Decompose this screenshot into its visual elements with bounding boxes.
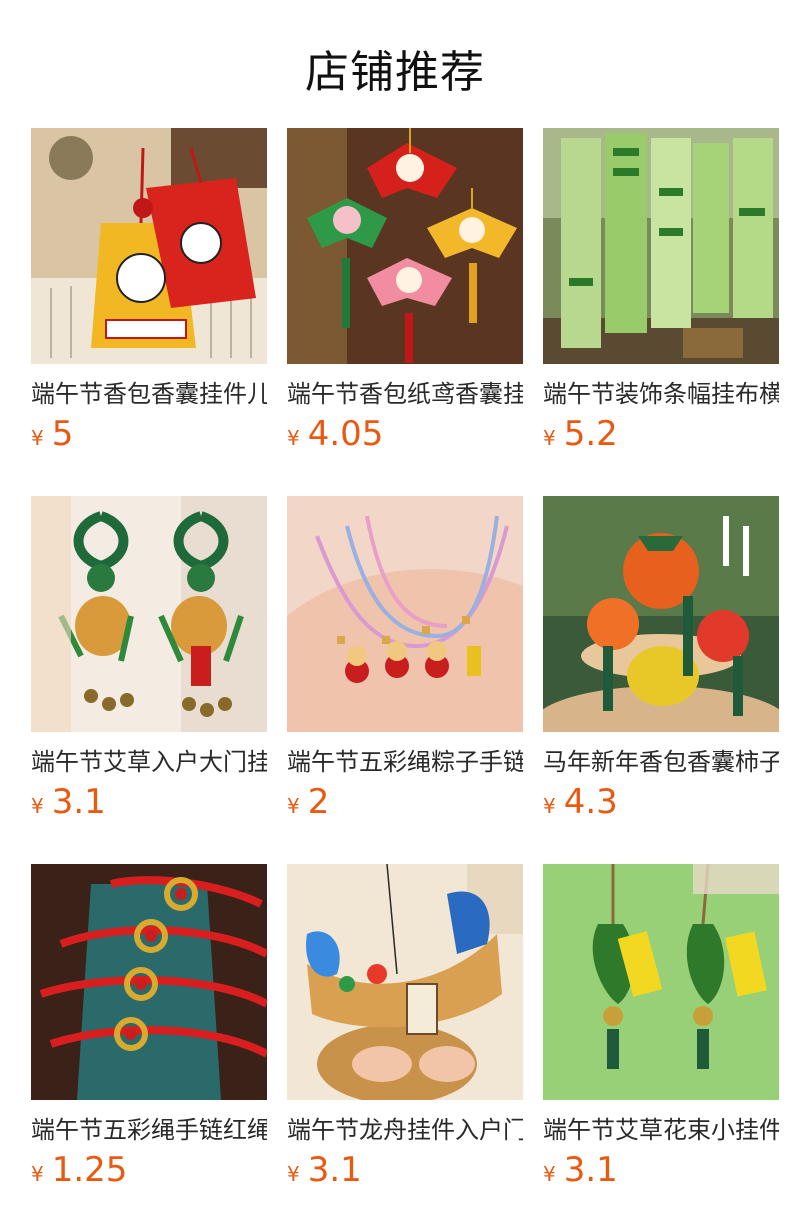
currency-symbol: ¥ <box>31 426 44 450</box>
price-value: 4.05 <box>307 414 384 454</box>
page-title: 店铺推荐 <box>305 47 485 98</box>
product-card[interactable]: 端午节装饰条幅挂布横幅 ¥5.2 <box>543 128 779 460</box>
currency-symbol: ¥ <box>31 1162 44 1186</box>
price-value: 1.25 <box>51 1150 128 1190</box>
product-name[interactable]: 端午节香包纸鸢香囊挂件 <box>287 378 523 410</box>
product-price: ¥4.05 <box>287 414 523 460</box>
product-image[interactable] <box>31 496 267 732</box>
price-value: 3.1 <box>51 782 106 822</box>
product-price: ¥2 <box>287 782 523 828</box>
product-name[interactable]: 端午节艾草花束小挂件 <box>543 1114 779 1146</box>
price-value: 2 <box>307 782 330 822</box>
price-value: 3.1 <box>563 1150 618 1190</box>
currency-symbol: ¥ <box>543 794 556 818</box>
price-value: 3.1 <box>307 1150 362 1190</box>
product-grid: 端午节香包香囊挂件儿童 ¥5 端午节香包 <box>31 128 790 1218</box>
product-card[interactable]: 端午节香包纸鸢香囊挂件 ¥4.05 <box>287 128 523 460</box>
product-price: ¥3.1 <box>287 1150 523 1196</box>
price-value: 4.3 <box>563 782 618 822</box>
product-card[interactable]: 马年新年香包香囊柿子挂 ¥4.3 <box>543 496 779 828</box>
currency-symbol: ¥ <box>287 794 300 818</box>
product-card[interactable]: 端午节香包香囊挂件儿童 ¥5 <box>31 128 267 460</box>
product-name[interactable]: 端午节五彩绳粽子手链儿 <box>287 746 523 778</box>
product-price: ¥4.3 <box>543 782 779 828</box>
product-price: ¥3.1 <box>31 782 267 828</box>
product-image[interactable] <box>287 864 523 1100</box>
product-price: ¥3.1 <box>543 1150 779 1196</box>
product-name[interactable]: 端午节艾草入户大门挂件 <box>31 746 267 778</box>
product-name[interactable]: 端午节装饰条幅挂布横幅 <box>543 378 779 410</box>
product-price: ¥5 <box>31 414 267 460</box>
product-card[interactable]: 端午节龙舟挂件入户门 ¥3.1 <box>287 864 523 1196</box>
currency-symbol: ¥ <box>543 426 556 450</box>
product-image[interactable] <box>287 496 523 732</box>
product-image[interactable] <box>31 128 267 364</box>
product-image[interactable] <box>543 128 779 364</box>
product-card[interactable]: 端午节五彩绳粽子手链儿 ¥2 <box>287 496 523 828</box>
product-card[interactable]: 端午节艾草入户大门挂件 ¥3.1 <box>31 496 267 828</box>
product-name[interactable]: 端午节香包香囊挂件儿童 <box>31 378 267 410</box>
product-name[interactable]: 端午节龙舟挂件入户门 <box>287 1114 523 1146</box>
product-image[interactable] <box>31 864 267 1100</box>
product-card[interactable]: 端午节五彩绳手链红绳儿 ¥1.25 <box>31 864 267 1196</box>
product-price: ¥5.2 <box>543 414 779 460</box>
currency-symbol: ¥ <box>543 1162 556 1186</box>
product-price: ¥1.25 <box>31 1150 267 1196</box>
product-image[interactable] <box>543 496 779 732</box>
price-value: 5 <box>51 414 74 454</box>
product-image[interactable] <box>287 128 523 364</box>
currency-symbol: ¥ <box>287 426 300 450</box>
product-card[interactable]: 端午节艾草花束小挂件 ¥3.1 <box>543 864 779 1196</box>
currency-symbol: ¥ <box>31 794 44 818</box>
currency-symbol: ¥ <box>287 1162 300 1186</box>
product-name[interactable]: 端午节五彩绳手链红绳儿 <box>31 1114 267 1146</box>
product-name[interactable]: 马年新年香包香囊柿子挂 <box>543 746 779 778</box>
product-image[interactable] <box>543 864 779 1100</box>
price-value: 5.2 <box>563 414 618 454</box>
